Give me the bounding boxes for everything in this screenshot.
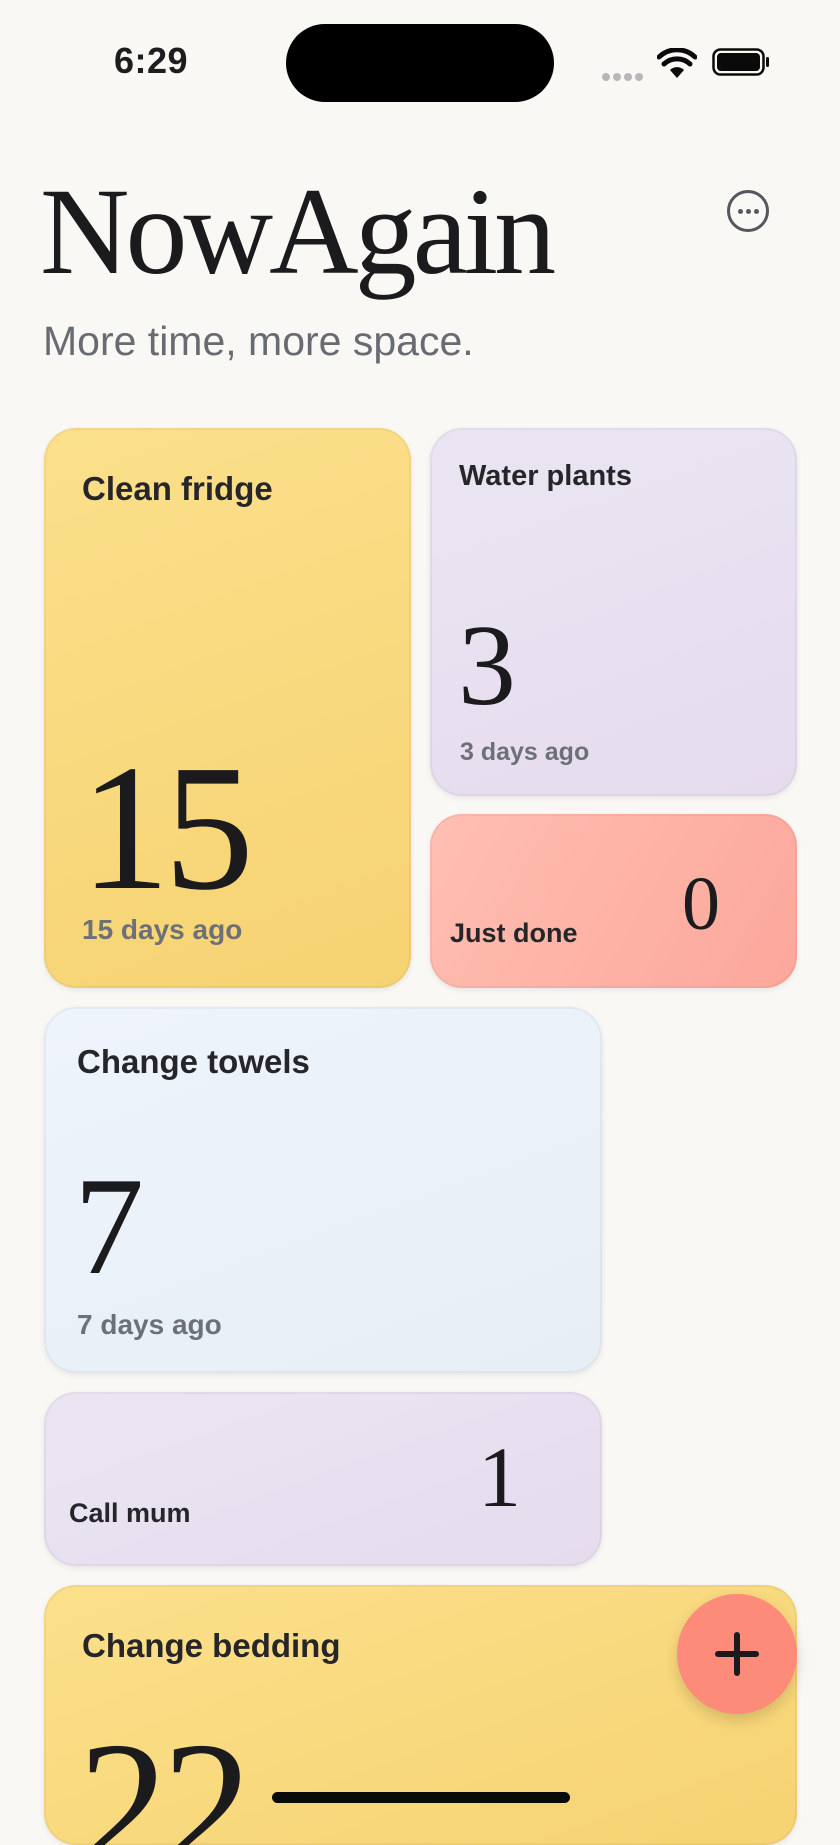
app-title: NowAgain — [40, 163, 556, 300]
ellipsis-circle-icon — [738, 209, 743, 214]
home-indicator[interactable] — [272, 1792, 570, 1803]
days-ago-label: 7 days ago — [77, 1309, 222, 1340]
wifi-icon — [657, 48, 697, 78]
days-count: 22 — [78, 1705, 252, 1845]
days-count: 3 — [458, 602, 516, 730]
battery-icon — [712, 48, 769, 76]
task-card-water-plants[interactable]: Water plants 3 3 days ago — [430, 428, 797, 796]
task-card-just-done[interactable]: Just done 0 — [430, 814, 797, 988]
days-count: 7 — [74, 1149, 144, 1304]
days-count: 1 — [478, 1429, 521, 1525]
more-options-button[interactable] — [727, 190, 769, 232]
task-title: Clean fridge — [82, 470, 273, 507]
days-count: 15 — [80, 728, 254, 927]
days-count: 0 — [682, 862, 720, 946]
task-title: Change bedding — [82, 1627, 341, 1664]
add-task-button[interactable] — [677, 1594, 797, 1714]
task-card-clean-fridge[interactable]: Clean fridge 15 15 days ago — [44, 428, 411, 988]
task-card-change-towels[interactable]: Change towels 7 7 days ago — [44, 1007, 602, 1373]
task-title: Water plants — [459, 460, 632, 492]
days-ago-label: 3 days ago — [460, 738, 590, 766]
cellular-signal-icon — [602, 68, 646, 86]
app-subtitle: More time, more space. — [43, 318, 474, 364]
dynamic-island — [286, 24, 554, 102]
days-ago-label: 15 days ago — [82, 914, 243, 945]
task-title: Call mum — [69, 1498, 191, 1528]
status-time: 6:29 — [114, 40, 189, 81]
task-title: Just done — [450, 918, 578, 948]
task-title: Change towels — [77, 1043, 310, 1080]
task-card-call-mum[interactable]: Call mum 1 — [44, 1392, 602, 1566]
